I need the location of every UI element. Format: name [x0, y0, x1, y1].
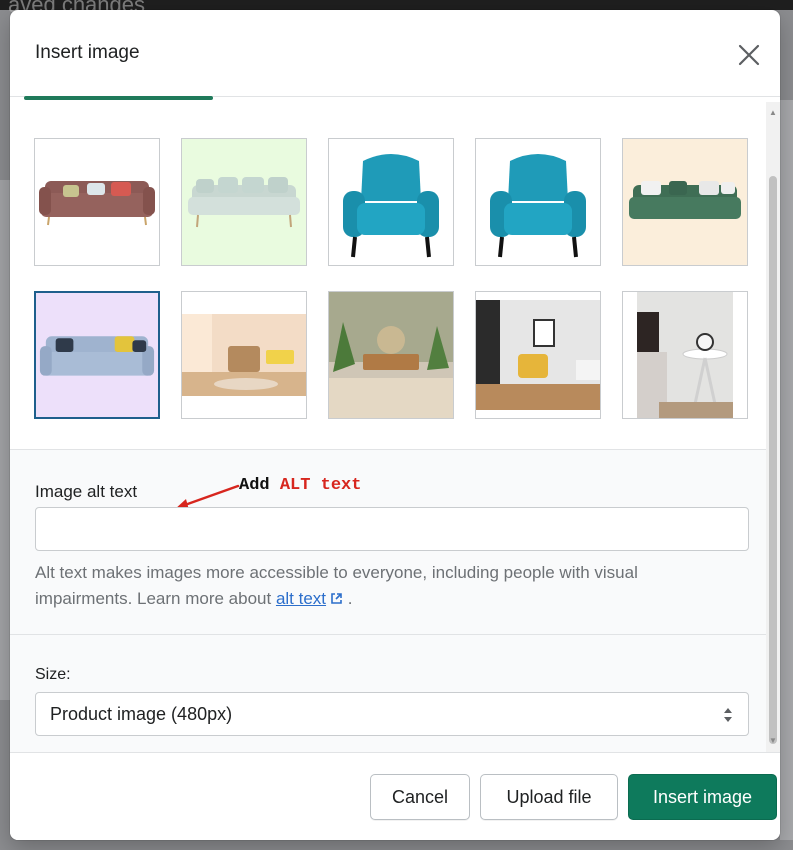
close-icon — [738, 44, 760, 66]
living-room-2-image — [329, 292, 453, 418]
image-thumb-light-sofa[interactable] — [181, 138, 307, 266]
annotation-prefix: Add — [239, 476, 280, 495]
yellow-chair-room-image — [476, 292, 600, 418]
image-thumb-living-room-1[interactable] — [181, 291, 307, 419]
size-select[interactable]: Product image (480px) — [35, 692, 749, 736]
scroll-up-icon[interactable]: ▲ — [769, 108, 777, 117]
active-tab-indicator — [24, 96, 213, 100]
teal-armchair-2-image — [476, 139, 600, 265]
size-label: Size: — [35, 666, 71, 683]
select-arrows-icon — [724, 708, 732, 722]
image-thumb-green-sofa[interactable] — [622, 138, 748, 266]
alt-text-help-suffix: . — [343, 589, 353, 608]
background-left-strip — [0, 180, 10, 700]
scroll-down-icon[interactable]: ▼ — [769, 736, 777, 745]
annotation-highlight: ALT text — [279, 476, 362, 495]
alt-text-label: Image alt text — [35, 482, 138, 501]
alt-text-link[interactable]: alt text — [276, 589, 326, 608]
close-button[interactable] — [732, 38, 766, 72]
scroll-thumb[interactable] — [769, 176, 777, 744]
image-thumb-bedroom[interactable] — [622, 291, 748, 419]
green-sofa-image — [623, 139, 747, 265]
size-select-value: Product image (480px) — [50, 703, 233, 724]
background-right-strip — [780, 100, 793, 840]
brown-sofa-image — [35, 139, 159, 265]
annotation-text: Add ALT text — [239, 476, 361, 495]
blue-sofa-image — [36, 293, 158, 417]
image-thumb-teal-armchair[interactable] — [328, 138, 454, 266]
cancel-button[interactable]: Cancel — [370, 774, 470, 820]
external-link-icon[interactable] — [330, 592, 343, 605]
living-room-1-image — [182, 292, 306, 418]
alt-text-help: Alt text makes images more accessible to… — [35, 560, 735, 612]
light-sofa-image — [182, 139, 306, 265]
modal-header: Insert image — [10, 10, 780, 97]
image-thumb-brown-sofa[interactable] — [34, 138, 160, 266]
teal-armchair-image — [329, 139, 453, 265]
modal-scrollbar[interactable]: ▲ ▼ — [766, 102, 780, 752]
upload-file-button[interactable]: Upload file — [480, 774, 618, 820]
image-thumb-blue-sofa[interactable] — [34, 291, 160, 419]
image-grid — [34, 138, 754, 428]
image-thumb-living-room-2[interactable] — [328, 291, 454, 419]
bedroom-image — [623, 292, 747, 418]
image-thumb-teal-armchair-2[interactable] — [475, 138, 601, 266]
image-thumb-yellow-chair-room[interactable] — [475, 291, 601, 419]
alt-text-input[interactable] — [35, 507, 749, 551]
modal-body: Image alt text Add ALT text Alt text mak… — [10, 102, 780, 752]
insert-image-modal: Insert image Image alt text Add ALT text… — [10, 10, 780, 840]
modal-title: Insert image — [35, 42, 140, 63]
modal-footer: Cancel Upload file Insert image — [10, 752, 780, 840]
insert-image-button[interactable]: Insert image — [628, 774, 777, 820]
